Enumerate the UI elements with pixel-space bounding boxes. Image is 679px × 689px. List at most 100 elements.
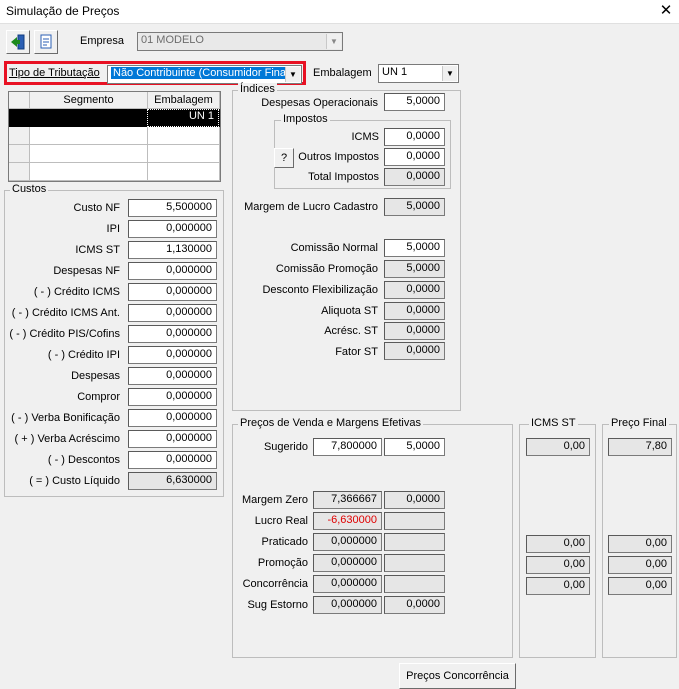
impostos-title: Impostos (281, 113, 330, 125)
tributacao-label: Tipo de Tributação (9, 67, 100, 79)
preco-final-praticado-field[interactable]: 0,00 (608, 535, 672, 553)
custo-label: ( - ) Crédito ICMS (33, 286, 120, 298)
embalagem-select[interactable]: UN 1 ▼ (378, 64, 459, 83)
lucro-real-preco-field[interactable]: -6,630000 (313, 512, 382, 530)
custo-label: ( + ) Verba Acréscimo (14, 433, 120, 445)
document-icon (40, 34, 52, 49)
custo-field[interactable]: 0,000000 (128, 220, 217, 238)
custo-field[interactable]: 0,000000 (128, 451, 217, 469)
custo-field[interactable]: 0,000000 (128, 388, 217, 406)
custo-field[interactable]: 1,130000 (128, 241, 217, 259)
precos-concorrencia-button[interactable]: Preços Concorrência (399, 663, 516, 689)
custo-field[interactable]: 0,000000 (128, 430, 217, 448)
sugerido-margem-field[interactable]: 5,0000 (384, 438, 445, 456)
copy-button[interactable] (34, 30, 58, 54)
comissao-promocao-label: Comissão Promoção (275, 263, 378, 275)
custo-liquido-field[interactable]: 6,630000 (128, 472, 217, 490)
desconto-flexibilizacao-label: Desconto Flexibilização (262, 284, 378, 296)
sug-estorno-margem-field[interactable]: 0,0000 (384, 596, 445, 614)
praticado-margem-field[interactable] (384, 533, 445, 551)
empresa-value: 01 MODELO (141, 34, 204, 46)
custo-field[interactable]: 0,000000 (128, 325, 217, 343)
custo-field[interactable]: 0,000000 (128, 409, 217, 427)
chevron-down-icon: ▼ (326, 34, 341, 49)
icms-st-concorrencia-field[interactable]: 0,00 (526, 577, 590, 595)
custo-field[interactable]: 0,000000 (128, 262, 217, 280)
sug-estorno-label: Sug Estorno (247, 599, 308, 611)
aliquota-st-label: Aliquota ST (321, 305, 378, 317)
custo-field[interactable]: 0,000000 (128, 283, 217, 301)
title-bar: Simulação de Preços ✕ (0, 0, 679, 24)
icms-st-sugerido-field[interactable]: 0,00 (526, 438, 590, 456)
concorrencia-label: Concorrência (242, 578, 308, 590)
custo-label: ( - ) Crédito ICMS Ant. (11, 307, 120, 319)
icms-st-praticado-field[interactable]: 0,00 (526, 535, 590, 553)
exit-button[interactable] (6, 30, 30, 54)
tributacao-select[interactable]: Não Contribuinte (Consumidor Final) ▼ (107, 65, 302, 84)
margem-zero-preco-field[interactable]: 7,366667 (313, 491, 382, 509)
concorrencia-margem-field[interactable] (384, 575, 445, 593)
concorrencia-preco-field[interactable]: 0,000000 (313, 575, 382, 593)
custo-field[interactable]: 0,000000 (128, 304, 217, 322)
promocao-preco-field[interactable]: 0,000000 (313, 554, 382, 572)
lucro-real-label: Lucro Real (254, 515, 308, 527)
window-title: Simulação de Preços (6, 4, 120, 18)
total-impostos-field[interactable]: 0,0000 (384, 168, 445, 186)
empresa-select[interactable]: 01 MODELO ▼ (137, 32, 343, 51)
despesas-operacionais-label: Despesas Operacionais (261, 97, 378, 109)
icms-st-promocao-field[interactable]: 0,00 (526, 556, 590, 574)
margem-lucro-cadastro-label: Margem de Lucro Cadastro (244, 201, 378, 213)
praticado-label: Praticado (261, 536, 308, 548)
custo-field[interactable]: 5,500000 (128, 199, 217, 217)
chevron-down-icon: ▼ (285, 67, 300, 82)
lucro-real-margem-field[interactable] (384, 512, 445, 530)
custo-label: ( - ) Verba Bonificação (11, 412, 120, 424)
custos-title: Custos (10, 183, 49, 195)
acresc-st-field[interactable]: 0,0000 (384, 322, 445, 340)
segmento-grid[interactable]: Segmento Embalagem UN 1 (8, 91, 221, 182)
exit-icon (11, 34, 25, 50)
preco-final-promocao-field[interactable]: 0,00 (608, 556, 672, 574)
table-row[interactable]: UN 1 (9, 109, 220, 127)
comissao-normal-label: Comissão Normal (290, 242, 378, 254)
sug-estorno-preco-field[interactable]: 0,000000 (313, 596, 382, 614)
aliquota-st-field[interactable]: 0,0000 (384, 302, 445, 320)
icms-label: ICMS (351, 131, 380, 143)
custo-label: ICMS ST (75, 244, 120, 256)
sugerido-label: Sugerido (263, 441, 308, 453)
sugerido-preco-field[interactable]: 7,800000 (313, 438, 382, 456)
praticado-preco-field[interactable]: 0,000000 (313, 533, 382, 551)
embalagem-label: Embalagem (313, 67, 372, 79)
custo-label: Despesas (71, 370, 120, 382)
close-icon[interactable]: ✕ (655, 1, 677, 21)
custo-label: IPI (106, 223, 120, 235)
total-impostos-label: Total Impostos (308, 171, 379, 183)
promocao-margem-field[interactable] (384, 554, 445, 572)
preco-final-sugerido-field[interactable]: 7,80 (608, 438, 672, 456)
despesas-operacionais-field[interactable]: 5,0000 (384, 93, 445, 111)
embalagem-value: UN 1 (382, 66, 408, 78)
icms-field[interactable]: 0,0000 (384, 128, 445, 146)
custo-label: Despesas NF (53, 265, 120, 277)
outros-impostos-field[interactable]: 0,0000 (384, 148, 445, 166)
custo-field[interactable]: 0,000000 (128, 367, 217, 385)
help-button[interactable]: ? (274, 148, 294, 168)
fator-st-field[interactable]: 0,0000 (384, 342, 445, 360)
custo-label: ( - ) Descontos (47, 454, 120, 466)
comissao-normal-field[interactable]: 5,0000 (384, 239, 445, 257)
chevron-down-icon: ▼ (442, 66, 457, 81)
comissao-promocao-field[interactable]: 5,0000 (384, 260, 445, 278)
preco-final-title: Preço Final (609, 417, 669, 429)
precos-title: Preços de Venda e Margens Efetivas (238, 417, 423, 429)
margem-lucro-cadastro-field[interactable]: 5,0000 (384, 198, 445, 216)
custo-label: ( - ) Crédito PIS/Cofins (9, 328, 120, 340)
margem-zero-margem-field[interactable]: 0,0000 (384, 491, 445, 509)
tributacao-value: Não Contribuinte (Consumidor Final) (109, 66, 296, 80)
indices-title: Índices (238, 83, 277, 95)
fator-st-label: Fator ST (335, 346, 378, 358)
custo-field[interactable]: 0,000000 (128, 346, 217, 364)
grid-cell-segmento (30, 109, 148, 127)
desconto-flexibilizacao-field[interactable]: 0,0000 (384, 281, 445, 299)
preco-final-concorrencia-field[interactable]: 0,00 (608, 577, 672, 595)
promocao-label: Promoção (257, 557, 308, 569)
